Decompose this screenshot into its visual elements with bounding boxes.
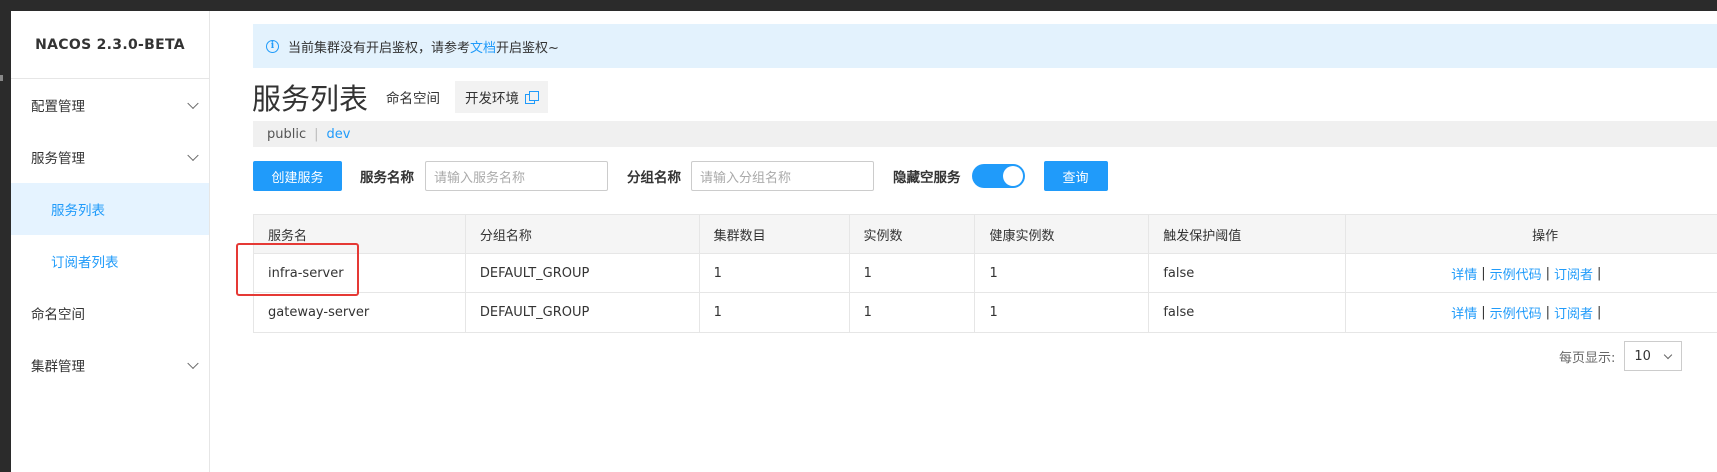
column-header: 实例数 [850,215,976,253]
clusters-cell: 1 [700,254,850,292]
column-header: 集群数目 [700,215,850,253]
detail-link[interactable]: 详情 [1451,264,1477,283]
service-name-cell: gateway-server [254,293,466,332]
subscriber-link[interactable]: 订阅者 [1554,264,1593,283]
chevron-down-icon [1664,350,1673,360]
namespace-public[interactable]: public [267,127,306,142]
window-left-edge [0,11,11,472]
namespace-value-text: 开发环境 [465,91,520,107]
docs-link[interactable]: 文档 [470,37,496,56]
service-name-input[interactable]: 请输入服务名称 [425,161,608,191]
namespace-value[interactable]: 开发环境 [455,81,549,113]
window-top-bar [0,0,1717,11]
group-cell: DEFAULT_GROUP [466,293,700,332]
healthy-cell: 1 [975,293,1150,332]
namespace-separator: | [314,126,319,142]
copy-icon[interactable] [525,90,540,104]
title-row: 服务列表 命名空间 开发环境 [252,77,549,117]
pagination: 每页显示: 10 ‹ 上一 [1559,341,1683,371]
sidebar-item-label: 集群管理 [31,359,85,375]
table-header-row: 服务名 分组名称 集群数目 实例数 健康实例数 触发保护阈值 操作 [254,215,1717,254]
threshold-cell: false [1149,293,1347,332]
namespace-bar: public | dev [253,121,1717,147]
op-separator: | [1597,305,1602,320]
op-separator: | [1481,265,1486,281]
service-name-label: 服务名称 [360,170,414,186]
sidebar-item-label: 命名空间 [31,307,85,323]
sidebar-item-service-management[interactable]: 服务管理 [11,131,209,183]
detail-link[interactable]: 详情 [1451,303,1477,322]
sidebar-item-service-list[interactable]: 服务列表 [11,183,209,235]
page-title: 服务列表 [252,82,369,116]
group-cell: DEFAULT_GROUP [466,254,700,292]
toolbar: 创建服务 服务名称 请输入服务名称 分组名称 请输入分组名称 隐藏空服务 查询 [253,161,1108,191]
auth-notice: i 当前集群没有开启鉴权，请参考 文档 开启鉴权~ [253,24,1717,68]
service-table: 服务名 分组名称 集群数目 实例数 健康实例数 触发保护阈值 操作 infra-… [253,214,1717,333]
app-logo: NACOS 2.3.0-BETA [11,11,209,79]
sidebar-item-label: 服务列表 [51,203,105,219]
op-separator: | [1545,265,1551,281]
sidebar-item-namespace[interactable]: 命名空间 [11,287,209,339]
operations-cell: 详情 | 示例代码 | 订阅者 | [1346,293,1717,332]
edge-mark [0,75,3,81]
per-page-select[interactable]: 10 [1624,341,1683,371]
column-header: 分组名称 [466,215,700,253]
group-name-label: 分组名称 [627,170,681,186]
create-service-button[interactable]: 创建服务 [253,161,342,191]
sidebar-item-label: 配置管理 [31,99,85,115]
sidebar-item-label: 订阅者列表 [51,255,119,271]
column-header: 触发保护阈值 [1149,215,1347,253]
threshold-cell: false [1149,254,1347,292]
notice-suffix: 开启鉴权~ [496,40,559,56]
per-page-value: 10 [1634,348,1651,364]
info-icon: i [266,39,279,53]
toggle-knob [1002,166,1023,186]
column-header: 操作 [1532,228,1559,244]
table-row: infra-server DEFAULT_GROUP 1 1 1 false 详… [254,254,1717,293]
chevron-down-icon [187,149,199,162]
sidebar: NACOS 2.3.0-BETA 配置管理 服务管理 服务列表 订阅者列表 命名… [11,11,210,472]
healthy-cell: 1 [975,254,1150,292]
sidebar-item-subscriber-list[interactable]: 订阅者列表 [11,235,209,287]
chevron-down-icon [187,357,199,370]
sample-code-link[interactable]: 示例代码 [1490,303,1542,322]
main-content: i 当前集群没有开启鉴权，请参考 文档 开启鉴权~ 服务列表 命名空间 开发环境… [210,11,1717,472]
column-header: 健康实例数 [975,215,1150,253]
query-button[interactable]: 查询 [1043,161,1108,191]
sidebar-item-label: 服务管理 [31,151,85,167]
per-page-label: 每页显示: [1559,350,1616,366]
clusters-cell: 1 [700,293,850,332]
hide-empty-label: 隐藏空服务 [893,170,961,186]
table-row: gateway-server DEFAULT_GROUP 1 1 1 false… [254,293,1717,332]
group-name-input[interactable]: 请输入分组名称 [691,161,874,191]
sample-code-link[interactable]: 示例代码 [1490,264,1542,283]
op-separator: | [1481,305,1486,320]
subscriber-link[interactable]: 订阅者 [1554,303,1593,322]
op-separator: | [1545,305,1551,320]
op-separator: | [1597,265,1602,281]
sidebar-item-config-management[interactable]: 配置管理 [11,79,209,131]
highlight-box [236,243,359,296]
nacos-app: NACOS 2.3.0-BETA 配置管理 服务管理 服务列表 订阅者列表 命名… [11,11,1717,472]
operations-cell: 详情 | 示例代码 | 订阅者 | [1346,254,1717,292]
namespace-dev[interactable]: dev [327,127,351,142]
instances-cell: 1 [850,293,976,332]
chevron-down-icon [187,97,199,110]
instances-cell: 1 [850,254,976,292]
sidebar-item-cluster-management[interactable]: 集群管理 [11,339,209,391]
hide-empty-toggle[interactable] [971,164,1025,188]
namespace-label: 命名空间 [386,91,441,107]
notice-prefix: 当前集群没有开启鉴权，请参考 [288,40,471,56]
